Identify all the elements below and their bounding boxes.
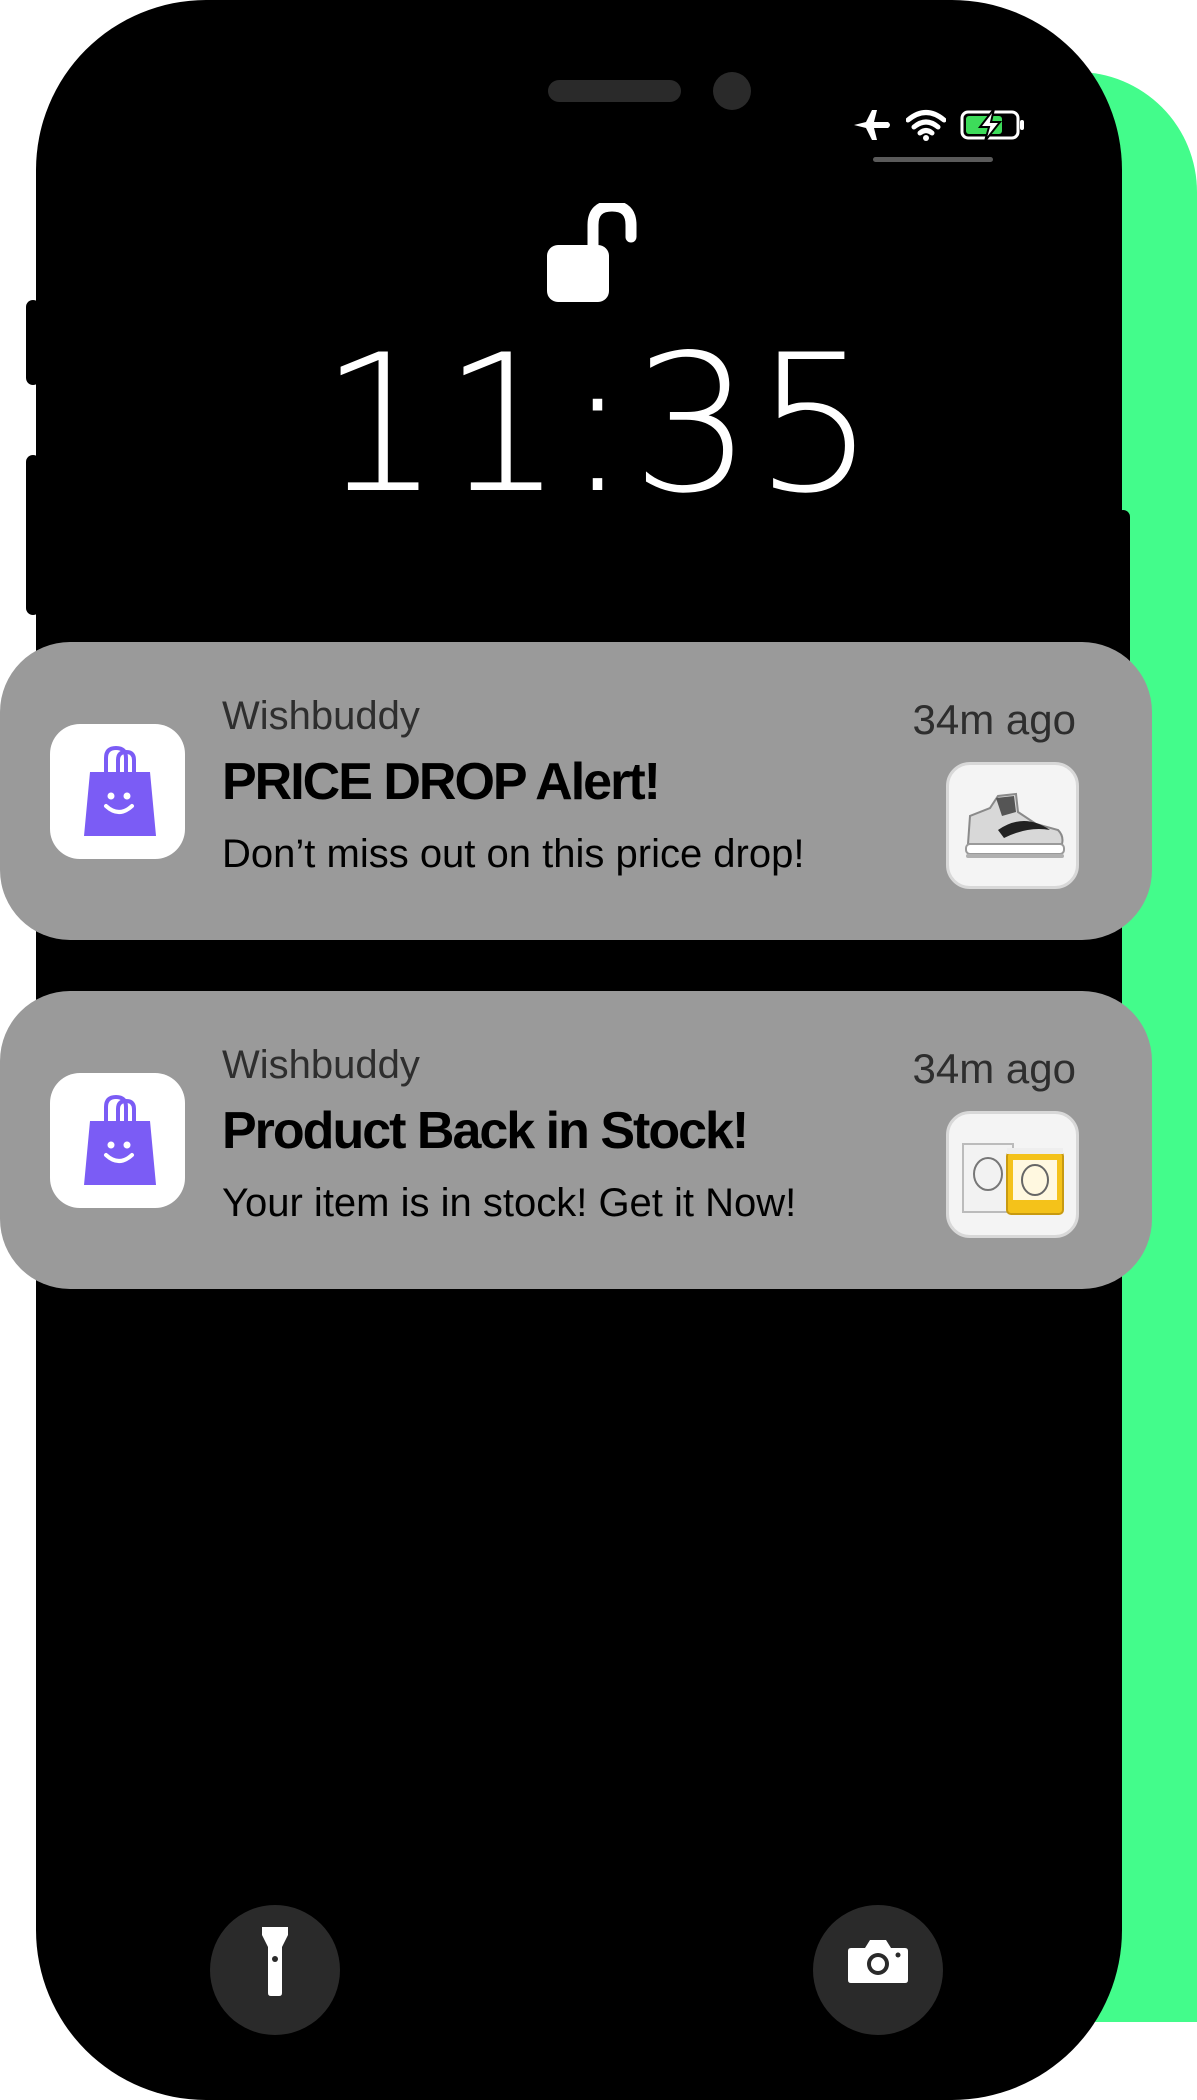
flashlight-button[interactable] (210, 1905, 340, 2035)
app-name: Wishbuddy (222, 1043, 420, 1087)
notification-title: Product Back in Stock! (222, 1102, 749, 1160)
camera-button[interactable] (813, 1905, 943, 2035)
notification-body: Your item is in stock! Get it Now! (222, 1181, 797, 1225)
airplane-icon (854, 110, 890, 140)
notification-title: PRICE DROP Alert! (222, 753, 661, 811)
app-name: Wishbuddy (222, 694, 420, 738)
notification-body: Don’t miss out on this price drop! (222, 832, 805, 876)
notification-card[interactable]: Wishbuddy 34m ago PRICE DROP Alert! Don’… (0, 642, 1152, 940)
earpiece-speaker (548, 80, 681, 102)
notification-time: 34m ago (912, 696, 1076, 743)
notification-card[interactable]: Wishbuddy 34m ago Product Back in Stock!… (0, 991, 1152, 1289)
shopping-bag-icon (83, 1094, 156, 1185)
wifi-icon (906, 110, 946, 141)
lock-screen-clock: 11:35 (319, 314, 878, 535)
camera-icon (848, 1940, 908, 1983)
flashlight-icon (262, 1927, 288, 1996)
front-camera (713, 72, 751, 110)
unlocked-padlock-icon (547, 203, 637, 302)
app-icon (50, 1073, 185, 1208)
notification-time: 34m ago (912, 1045, 1076, 1092)
app-icon (50, 724, 185, 859)
status-bar (852, 105, 1026, 145)
shopping-bag-icon (83, 745, 156, 836)
battery-charging-icon (960, 108, 1024, 142)
candle-thumbnail (946, 1111, 1079, 1238)
control-center-indicator[interactable] (873, 157, 993, 162)
sneaker-thumbnail (946, 762, 1079, 889)
